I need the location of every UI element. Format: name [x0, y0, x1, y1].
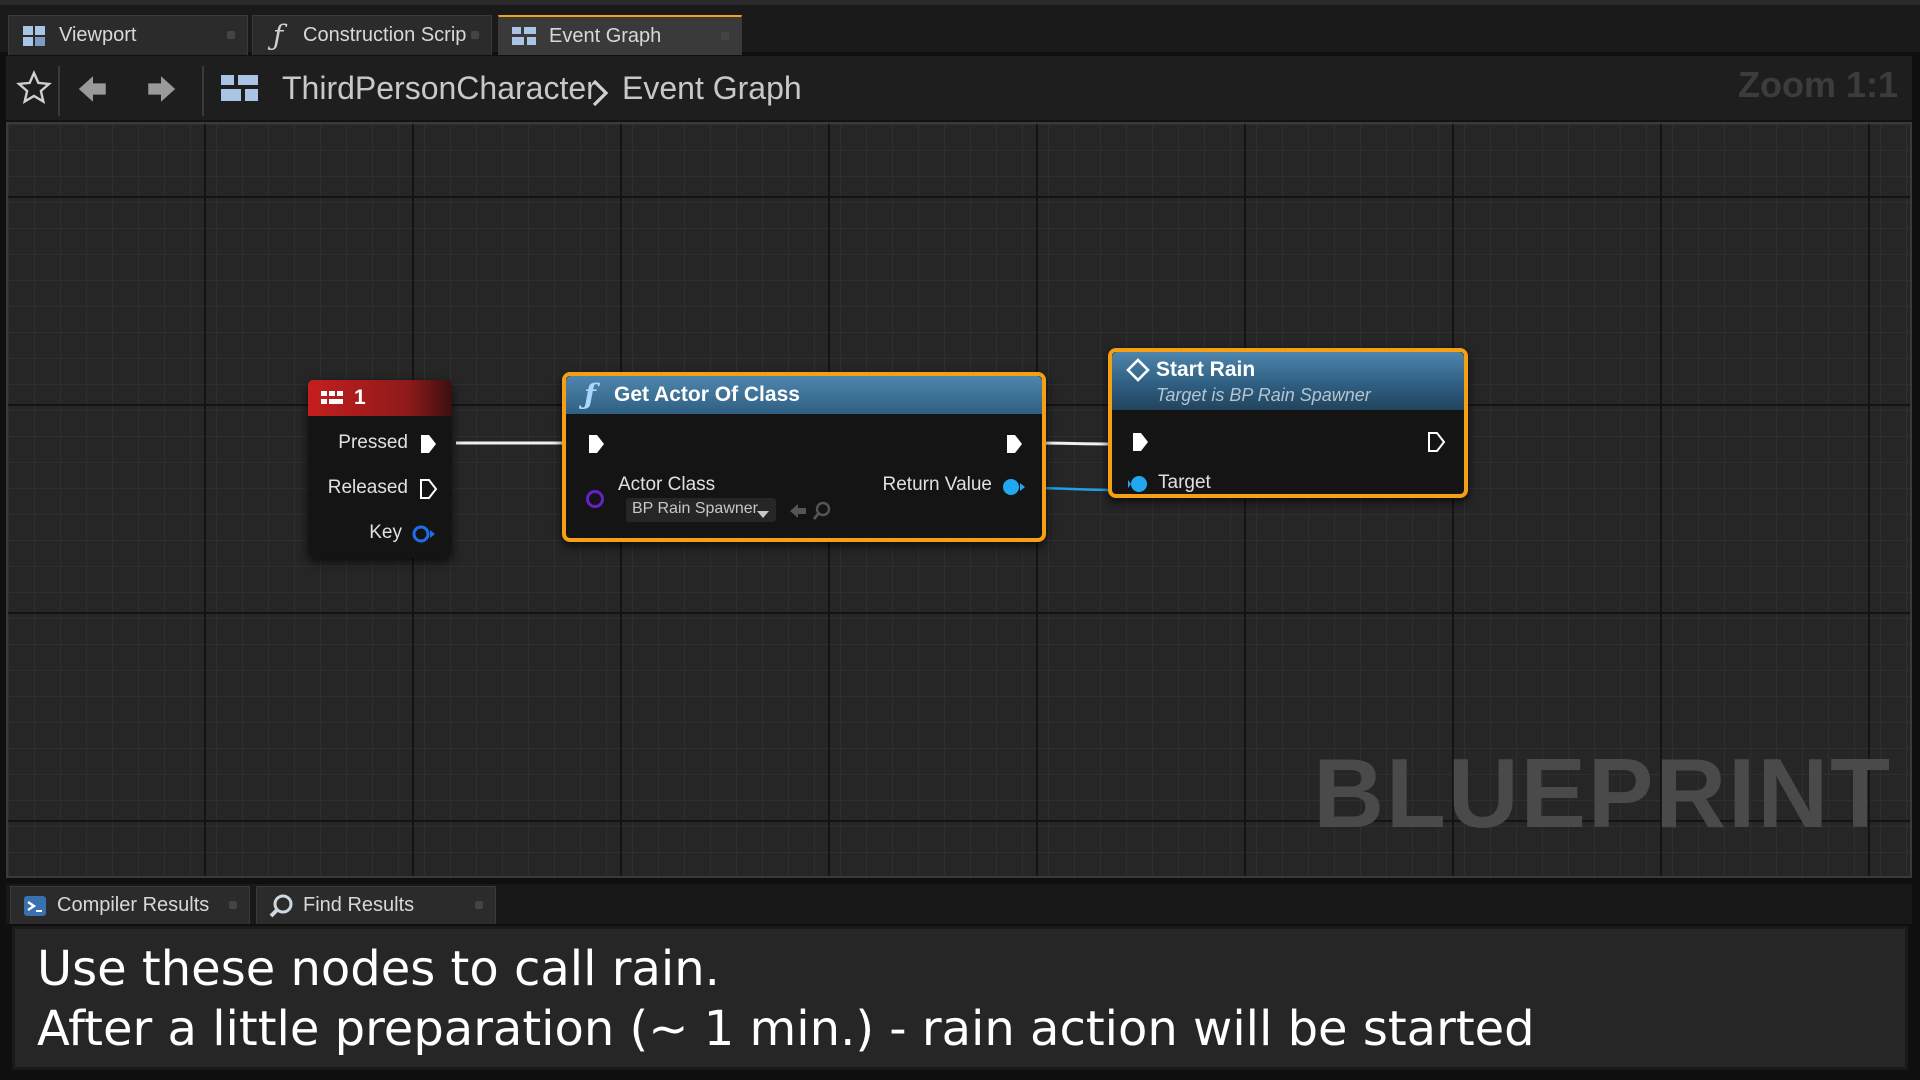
caption-line-2: After a little preparation (~ 1 min.) - … [37, 1001, 1535, 1057]
close-tab-icon[interactable] [471, 31, 479, 39]
function-icon: ƒ [584, 378, 597, 411]
breadcrumb-chevron-icon [590, 78, 610, 113]
pressed-pin-label: Pressed [338, 432, 408, 453]
exec-pin-icon[interactable] [418, 477, 438, 506]
caption-panel: Use these nodes to call rain. After a li… [12, 926, 1908, 1070]
exec-in-pin-icon[interactable] [586, 432, 606, 461]
function-icon: ƒ [272, 19, 284, 52]
node-title: 1 [354, 386, 366, 409]
graph-toolbar: ThirdPersonCharacter Event Graph Zoom 1:… [6, 56, 1912, 122]
node-header: Start Rain Target is BP Rain Spawner [1112, 352, 1464, 410]
breadcrumb-graph[interactable]: Event Graph [622, 70, 802, 107]
compiler-icon [21, 892, 49, 920]
close-tab-icon[interactable] [721, 32, 729, 40]
breadcrumb-blueprint[interactable]: ThirdPersonCharacter [282, 70, 597, 107]
keyboard-event-node[interactable]: 1 Pressed Released Key [308, 380, 452, 558]
exec-out-pin-icon[interactable] [1004, 432, 1024, 461]
tab-label: Event Graph [549, 24, 662, 47]
key-pin-label: Key [369, 522, 402, 543]
tab-label: Compiler Results [57, 894, 210, 916]
node-header: ƒ Get Actor Of Class [566, 376, 1042, 414]
favorite-star-icon[interactable] [16, 70, 52, 111]
toolbar-divider [58, 66, 60, 116]
actor-class-label: Actor Class [618, 474, 716, 495]
blueprint-watermark: BLUEPRINT [1313, 738, 1892, 848]
caption-line-1: Use these nodes to call rain. [37, 941, 720, 997]
tab-construction-script[interactable]: ƒ Construction Scrip [252, 15, 492, 55]
struct-pin-icon[interactable] [412, 524, 436, 549]
event-diamond-icon [1126, 358, 1150, 388]
close-tab-icon[interactable] [227, 31, 235, 39]
tab-compiler-results[interactable]: Compiler Results [10, 886, 250, 924]
graph-icon [509, 21, 539, 51]
get-actor-of-class-node[interactable]: ƒ Get Actor Of Class Actor Class BP Rain… [562, 372, 1046, 542]
tab-label: Find Results [303, 894, 415, 916]
event-graph-canvas[interactable]: 1 Pressed Released Key ƒ Get Actor Of Cl… [6, 122, 1912, 878]
graph-icon [220, 72, 260, 109]
exec-in-pin-icon[interactable] [1130, 430, 1150, 459]
actor-class-dropdown[interactable]: BP Rain Spawner [626, 498, 776, 522]
target-pin-label: Target [1158, 472, 1211, 493]
close-tab-icon[interactable] [475, 901, 483, 909]
tab-label: Viewport [59, 24, 137, 46]
tab-event-graph[interactable]: Event Graph [498, 15, 742, 55]
object-pin-icon[interactable] [1002, 477, 1026, 502]
node-title: Get Actor Of Class [614, 383, 800, 406]
toolbar-divider [202, 66, 204, 116]
browse-search-icon[interactable] [812, 500, 832, 527]
keyboard-icon [320, 387, 344, 415]
tab-find-results[interactable]: Find Results [256, 886, 496, 924]
start-rain-node[interactable]: Start Rain Target is BP Rain Spawner Tar… [1108, 348, 1468, 498]
return-value-label: Return Value [882, 474, 993, 495]
chevron-down-icon [756, 506, 770, 524]
node-title: Start Rain [1156, 358, 1256, 381]
viewport-icon [19, 21, 49, 51]
editor-tab-bar: Viewport ƒ Construction Scrip Event Grap… [0, 0, 1920, 55]
tab-label: Construction Scrip [303, 24, 467, 46]
forward-arrow-icon[interactable] [144, 72, 178, 111]
close-tab-icon[interactable] [229, 901, 237, 909]
find-icon [267, 892, 295, 920]
object-pin-icon[interactable] [1128, 474, 1152, 499]
node-subtitle: Target is BP Rain Spawner [1156, 385, 1371, 405]
actor-class-value: BP Rain Spawner [632, 500, 758, 517]
use-selected-arrow-icon[interactable] [788, 502, 808, 525]
node-header: 1 [308, 380, 452, 416]
bottom-tab-bar: Compiler Results Find Results [6, 884, 1912, 924]
exec-pin-icon[interactable] [418, 432, 438, 461]
tab-viewport[interactable]: Viewport [8, 15, 248, 55]
exec-out-pin-icon[interactable] [1426, 430, 1446, 459]
class-pin-icon[interactable] [584, 488, 606, 515]
back-arrow-icon[interactable] [76, 72, 110, 111]
released-pin-label: Released [327, 477, 408, 498]
zoom-indicator: Zoom 1:1 [1737, 64, 1898, 105]
